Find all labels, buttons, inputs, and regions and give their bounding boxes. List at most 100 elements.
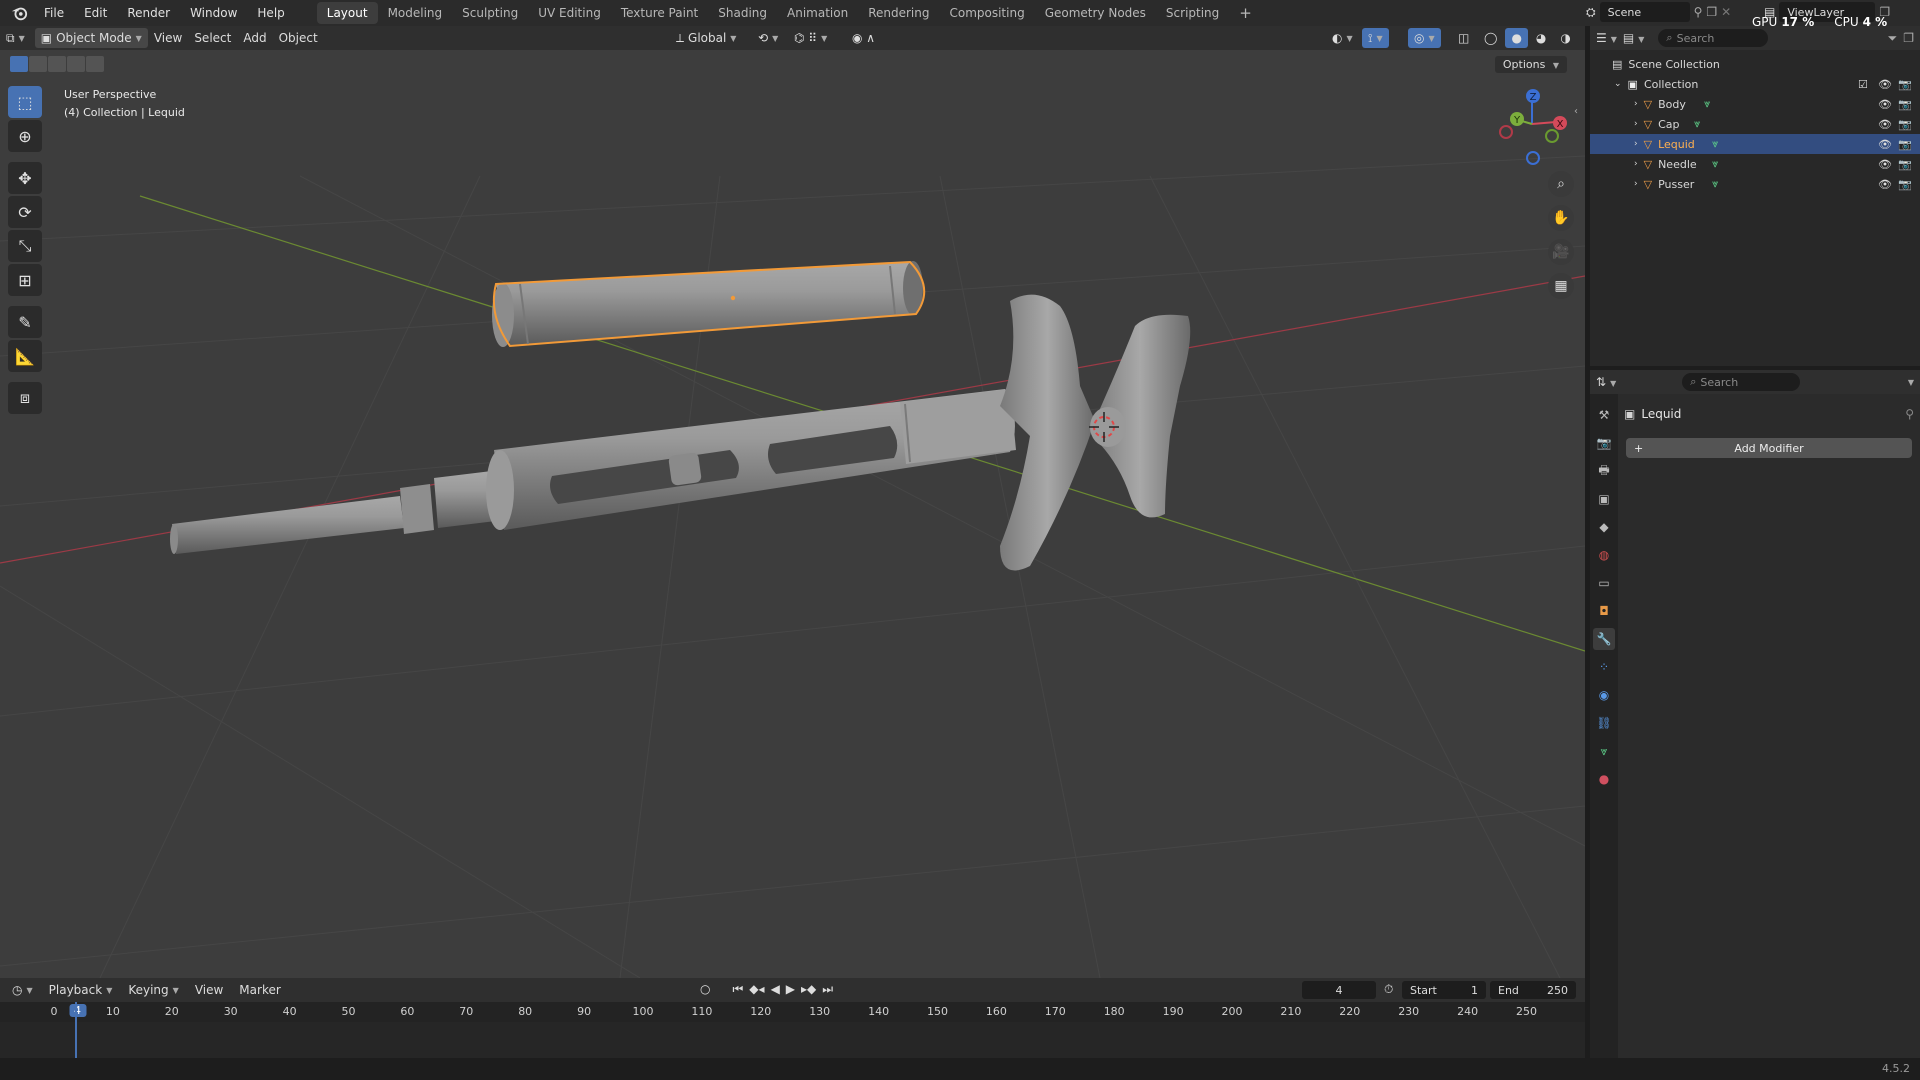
timeline-keyframe-area[interactable] — [0, 1002, 1585, 1058]
tab-scripting[interactable]: Scripting — [1156, 2, 1229, 24]
chevron-right-icon[interactable]: › — [1634, 159, 1638, 169]
render-camera-icon[interactable]: 📷 — [1898, 78, 1912, 91]
physics-tab-icon[interactable]: ◉ — [1593, 684, 1615, 706]
tab-uv-editing[interactable]: UV Editing — [528, 2, 611, 24]
gizmo-toggle[interactable]: ⟟ ▼ — [1362, 28, 1389, 48]
body-object[interactable] — [486, 389, 1016, 530]
render-tab-icon[interactable]: 📷 — [1593, 432, 1615, 454]
stopwatch-icon[interactable]: ⏱ — [1384, 982, 1393, 997]
tab-modeling[interactable]: Modeling — [378, 2, 453, 24]
visibility-eye-icon[interactable]: 👁 — [1878, 98, 1892, 111]
select-box-tool-icon[interactable]: ⬚ — [8, 86, 42, 118]
pin-icon[interactable]: ⚲ — [1694, 5, 1703, 19]
transform-tool-icon[interactable]: ⊞ — [8, 264, 42, 296]
menu-view[interactable]: View — [148, 28, 188, 48]
menu-timeline-view[interactable]: View — [189, 980, 229, 1000]
zoom-icon[interactable]: ⌕ — [1548, 171, 1574, 197]
output-tab-icon[interactable]: 🖶 — [1593, 460, 1615, 482]
add-workspace-button[interactable]: + — [1229, 2, 1262, 24]
annotate-tool-icon[interactable]: ✎ — [8, 306, 42, 338]
cap-object[interactable] — [492, 260, 926, 348]
constraints-tab-icon[interactable]: ⛓ — [1593, 712, 1615, 734]
pivot-dropdown[interactable]: ⟲ ▼ — [752, 28, 784, 48]
options-dropdown[interactable]: Options ▼ — [1494, 56, 1567, 73]
needle-object[interactable] — [170, 470, 504, 554]
menu-help[interactable]: Help — [247, 0, 294, 26]
new-collection-icon[interactable]: ❐ — [1903, 31, 1914, 45]
filter-icon[interactable]: ⏷ — [1888, 31, 1898, 46]
auto-key-icon[interactable]: ○ — [700, 982, 710, 997]
tab-animation[interactable]: Animation — [777, 2, 858, 24]
menu-add[interactable]: Add — [237, 28, 272, 48]
pin-icon[interactable]: ⚲ — [1905, 407, 1914, 421]
visibility-eye-icon[interactable]: 👁 — [1878, 138, 1892, 151]
scene-tab-icon[interactable]: ◆ — [1593, 516, 1615, 538]
new-scene-icon[interactable]: ❐ — [1706, 5, 1717, 19]
menu-object[interactable]: Object — [273, 28, 324, 48]
mode-dropdown[interactable]: ▣ Object Mode ▼ — [34, 28, 148, 48]
tab-compositing[interactable]: Compositing — [939, 2, 1034, 24]
render-camera-icon[interactable]: 📷 — [1898, 138, 1912, 151]
add-cube-tool-icon[interactable]: ⧈ — [8, 382, 42, 414]
menu-window[interactable]: Window — [180, 0, 247, 26]
viewport-scene[interactable]: Z X Y — [0, 26, 1585, 978]
menu-marker[interactable]: Marker — [233, 980, 286, 1000]
ortho-grid-icon[interactable]: ▦ — [1548, 273, 1574, 299]
visibility-eye-icon[interactable]: 👁 — [1878, 178, 1892, 191]
select-intersect-icon[interactable] — [67, 56, 85, 72]
timeline-ruler[interactable]: 0 10 20 30 40 50 60 70 80 90 100 110 120 130 140 150 160… — [0, 1002, 1585, 1022]
collection-tab-icon[interactable]: ▭ — [1593, 572, 1615, 594]
blender-logo-icon[interactable] — [10, 4, 28, 22]
rendered-shading-icon[interactable]: ◑ — [1554, 28, 1576, 48]
menu-playback[interactable]: Playback ▼ — [43, 980, 119, 1000]
tab-texture-paint[interactable]: Texture Paint — [611, 2, 708, 24]
scene-name[interactable]: Scene — [1599, 2, 1690, 22]
outliner-search-input[interactable]: ⌕ Search — [1658, 29, 1769, 47]
visibility-eye-icon[interactable]: 👁 — [1878, 78, 1892, 91]
playhead-line[interactable] — [75, 1002, 77, 1058]
tab-geometry-nodes[interactable]: Geometry Nodes — [1035, 2, 1156, 24]
rotate-tool-icon[interactable]: ⟳ — [8, 196, 42, 228]
prev-keyframe-icon[interactable]: ◆◂ — [749, 982, 764, 997]
orientation-dropdown[interactable]: ⟂ Global ▼ — [670, 28, 742, 48]
visibility-dropdown[interactable]: ◐ ▼ — [1326, 28, 1359, 48]
solid-shading-icon[interactable]: ● — [1505, 28, 1528, 48]
move-tool-icon[interactable]: ✥ — [8, 162, 42, 194]
render-camera-icon[interactable]: 📷 — [1898, 98, 1912, 111]
checkbox-icon[interactable]: ☑ — [1858, 78, 1868, 91]
menu-select[interactable]: Select — [188, 28, 237, 48]
overlays-toggle[interactable]: ◎ ▼ — [1408, 28, 1441, 48]
chevron-right-icon[interactable]: › — [1634, 119, 1638, 129]
editor-type-button[interactable]: ⧉ ▼ — [0, 28, 31, 48]
camera-view-icon[interactable]: 🎥 — [1548, 239, 1574, 265]
chevron-right-icon[interactable]: › — [1634, 139, 1638, 149]
play-icon[interactable]: ▶ — [786, 982, 795, 997]
play-reverse-icon[interactable]: ◀ — [771, 982, 780, 997]
menu-render[interactable]: Render — [117, 0, 180, 26]
outliner-item-cap[interactable]: › ▽ Cap ⩔ 👁 📷 — [1590, 114, 1920, 134]
proportional-edit-toggle[interactable]: ◉ ∧ — [846, 28, 881, 48]
sidebar-toggle-icon[interactable]: ‹ — [1574, 106, 1578, 117]
tab-sculpting[interactable]: Sculpting — [452, 2, 528, 24]
display-mode-icon[interactable]: ▤ ▼ — [1623, 31, 1645, 45]
xray-toggle[interactable]: ◫ — [1452, 28, 1475, 48]
visibility-eye-icon[interactable]: 👁 — [1878, 118, 1892, 131]
wireframe-shading-icon[interactable]: ◯ — [1478, 28, 1503, 48]
current-frame-field[interactable]: 4 — [1302, 981, 1376, 999]
tool-tab-icon[interactable]: ⚒ — [1593, 404, 1615, 426]
visibility-eye-icon[interactable]: 👁 — [1878, 158, 1892, 171]
add-modifier-button[interactable]: + Add Modifier — [1626, 438, 1912, 458]
select-invert-icon[interactable] — [86, 56, 104, 72]
material-tab-icon[interactable]: ● — [1593, 768, 1615, 790]
jump-start-icon[interactable]: ⏮ — [732, 982, 743, 997]
current-frame-indicator[interactable]: 4 — [69, 1004, 87, 1017]
cursor-tool-icon[interactable]: ⊕ — [8, 120, 42, 152]
outliner-item-pusser[interactable]: › ▽ Pusser ⩔ 👁 📷 — [1590, 174, 1920, 194]
properties-editor-icon[interactable]: ⇅ ▼ — [1596, 375, 1616, 389]
select-subtract-icon[interactable] — [48, 56, 66, 72]
material-shading-icon[interactable]: ◕ — [1530, 28, 1552, 48]
menu-edit[interactable]: Edit — [74, 0, 117, 26]
chevron-down-icon[interactable]: ▼ — [1908, 378, 1914, 387]
chevron-right-icon[interactable]: › — [1634, 179, 1638, 189]
measure-tool-icon[interactable]: 📐 — [8, 340, 42, 372]
